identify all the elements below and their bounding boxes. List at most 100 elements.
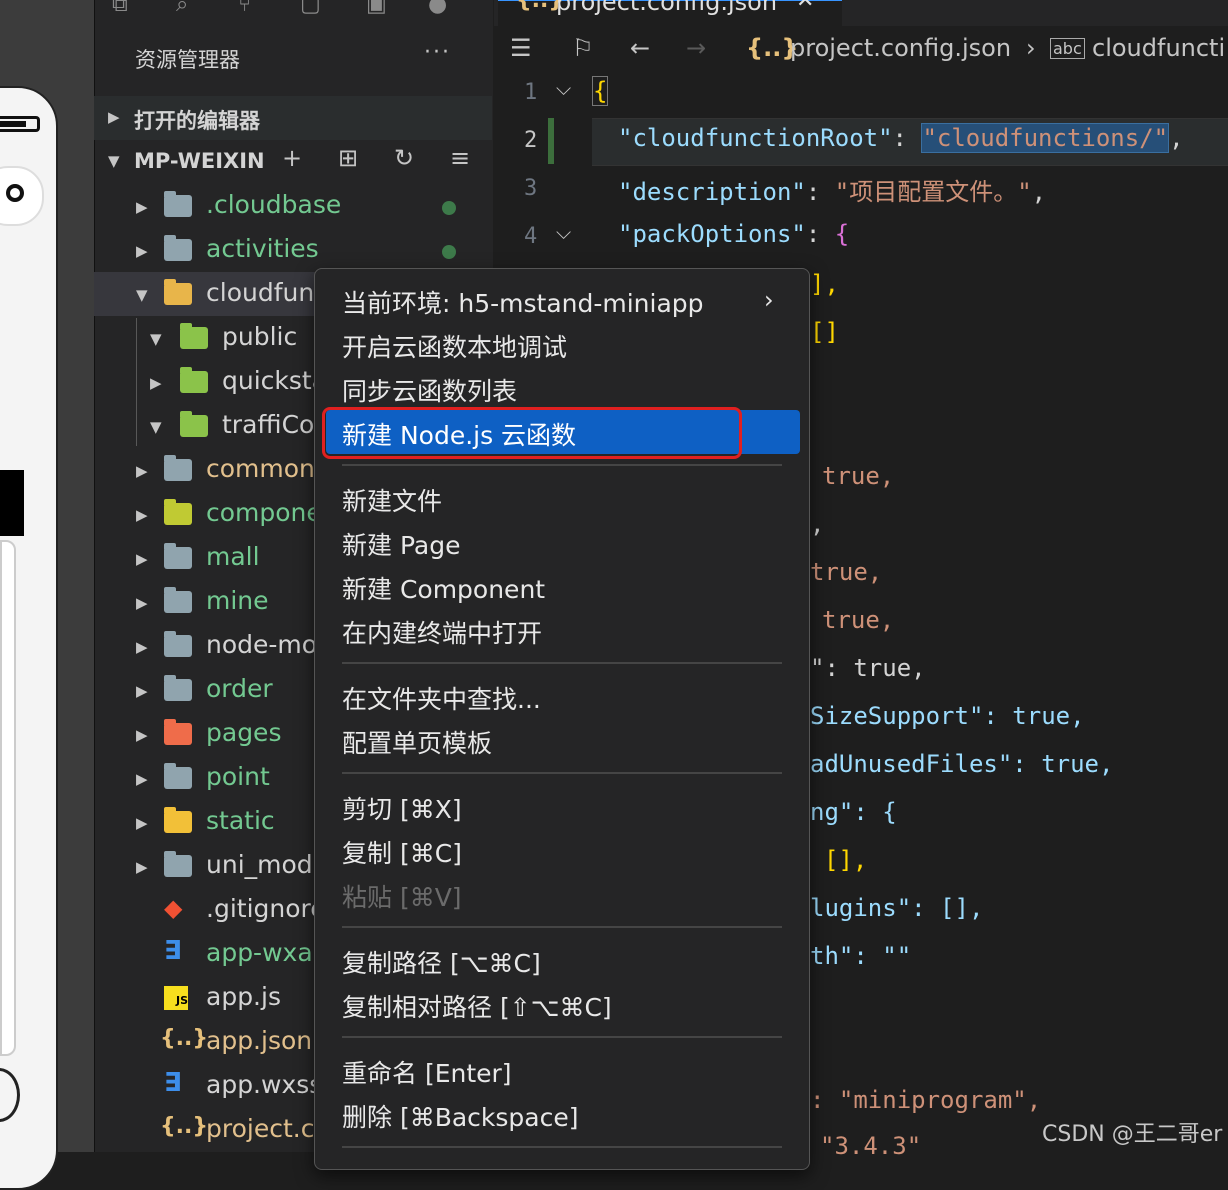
- extensions-icon[interactable]: ▣: [366, 0, 387, 17]
- cloud-folder-icon: [180, 411, 208, 437]
- line-number: 3: [524, 176, 538, 201]
- workspace-root-label: MP-WEIXIN: [134, 149, 265, 173]
- menu-item-open-terminal[interactable]: 在内建终端中打开: [342, 614, 542, 650]
- brace: {: [834, 220, 850, 248]
- css-icon: ∃: [164, 936, 182, 966]
- breadcrumb-key[interactable]: cloudfuncti: [1092, 34, 1225, 62]
- tree-item-label: mine: [206, 586, 269, 615]
- tab-label[interactable]: project.config.json: [556, 0, 777, 16]
- menu-item-cut[interactable]: 剪切 [⌘X]: [342, 790, 462, 826]
- workspace-root-header[interactable]: ▼ MP-WEIXIN + ⊞ ↻ ≡: [94, 140, 492, 184]
- more-actions-icon[interactable]: ···: [424, 40, 451, 65]
- menu-item-current-env[interactable]: 当前环境: h5-mstand-miniapp: [342, 284, 704, 320]
- menu-item-copy[interactable]: 复制 [⌘C]: [342, 834, 462, 870]
- git-status-dot: [442, 245, 456, 259]
- tree-item-label: app-wxa: [206, 938, 313, 967]
- folder-icon: [164, 455, 192, 481]
- new-folder-icon[interactable]: ⊞: [338, 144, 358, 172]
- chevron-right-icon: ▶: [136, 462, 148, 480]
- modified-line-marker: [548, 118, 554, 164]
- back-arrow-icon[interactable]: ←: [630, 34, 650, 62]
- folder-icon: [164, 587, 192, 613]
- chevron-down-icon: ▼: [150, 418, 162, 436]
- forward-arrow-icon[interactable]: →: [686, 34, 706, 62]
- breadcrumb-file[interactable]: project.config.json: [790, 34, 1011, 62]
- tree-item-activities[interactable]: ▶ activities: [94, 228, 492, 272]
- menu-item-new-page[interactable]: 新建 Page: [342, 526, 460, 562]
- menu-item-sync-functions[interactable]: 同步云函数列表: [342, 372, 517, 408]
- menu-item-rename[interactable]: 重命名 [Enter]: [342, 1054, 512, 1090]
- menu-item-new-file[interactable]: 新建文件: [342, 482, 442, 518]
- line-number: 4: [524, 224, 538, 249]
- brace: {: [593, 77, 608, 105]
- chevron-right-icon: ▶: [136, 198, 148, 216]
- search-icon[interactable]: ⌕: [176, 0, 188, 17]
- chevron-down-icon: ▼: [108, 152, 120, 170]
- menu-item-delete[interactable]: 删除 [⌘Backspace]: [342, 1098, 579, 1134]
- menu-item-local-debug[interactable]: 开启云函数本地调试: [342, 328, 567, 364]
- code-fragment: ": true,: [810, 654, 926, 682]
- tree-item-label: .cloudbase: [206, 190, 342, 219]
- code-line-1[interactable]: {: [592, 76, 609, 106]
- fold-chevron-icon[interactable]: ⌵: [556, 220, 571, 244]
- menu-item-page-template[interactable]: 配置单页模板: [342, 724, 492, 760]
- chevron-right-icon: ▶: [136, 726, 148, 744]
- battery-icon: [0, 116, 40, 132]
- chevron-right-icon: ▶: [108, 108, 120, 126]
- code-line-3[interactable]: "description": "项目配置文件。",: [618, 172, 1046, 207]
- menu-item-copy-path[interactable]: 复制路径 [⌥⌘C]: [342, 944, 541, 980]
- json-icon: {..}: [160, 1026, 209, 1051]
- new-file-icon[interactable]: +: [282, 144, 302, 172]
- open-editors-section[interactable]: ▶ 打开的编辑器: [94, 96, 492, 140]
- cloud-folder-icon: [180, 323, 208, 349]
- json-key: "cloudfunctionRoot": [618, 124, 893, 152]
- chevron-down-icon: ▼: [136, 286, 148, 304]
- list-icon[interactable]: ☰: [510, 34, 532, 62]
- refresh-icon[interactable]: ↻: [394, 144, 414, 172]
- components-folder-icon: [164, 499, 192, 525]
- code-fragment: th": "": [810, 942, 912, 970]
- folder-icon: [164, 631, 192, 657]
- code-fragment: true,: [822, 462, 895, 490]
- tree-item-label: public: [222, 322, 298, 351]
- source-control-icon[interactable]: ⑂: [238, 0, 251, 17]
- code-line-2[interactable]: "cloudfunctionRoot": "cloudfunctions/",: [618, 123, 1184, 153]
- json-key: "description": [618, 178, 806, 206]
- menu-item-new-component[interactable]: 新建 Component: [342, 570, 545, 606]
- code-line-4[interactable]: "packOptions": {: [618, 220, 849, 248]
- chevron-right-icon: ▶: [150, 374, 162, 392]
- fold-chevron-icon[interactable]: ⌵: [556, 76, 571, 100]
- folder-icon: [164, 543, 192, 569]
- files-icon[interactable]: ⧉: [112, 0, 128, 17]
- tree-item-label: uni_mod: [206, 850, 313, 879]
- comma: ,: [1169, 124, 1184, 152]
- json-icon: {..}: [160, 1114, 209, 1139]
- tree-item-label: app.json: [206, 1026, 313, 1055]
- tree-item-label: app.wxss: [206, 1070, 323, 1099]
- tree-item-cloudbase[interactable]: ▶ .cloudbase: [94, 184, 492, 228]
- cloud-folder-icon: [180, 367, 208, 393]
- annotation-highlight-box: [322, 407, 742, 459]
- tree-item-label: compone: [206, 498, 322, 527]
- chevron-right-icon: ▶: [136, 506, 148, 524]
- menu-separator: [342, 772, 782, 774]
- watermark: CSDN @王二哥er: [1042, 1122, 1223, 1147]
- settings-icon[interactable]: ●: [428, 0, 447, 17]
- colon: :: [805, 220, 835, 248]
- close-icon[interactable]: ✕: [796, 0, 814, 13]
- chevron-right-icon: ▶: [136, 638, 148, 656]
- menu-separator: [342, 1146, 782, 1148]
- phone-content-card: [0, 540, 16, 1056]
- collapse-all-icon[interactable]: ≡: [450, 144, 470, 172]
- debug-icon[interactable]: ▢: [300, 0, 321, 17]
- code-fragment: [],: [824, 846, 868, 874]
- tree-item-label: order: [206, 674, 273, 703]
- code-fragment: ,: [810, 510, 825, 538]
- json-key: "packOptions": [618, 220, 806, 248]
- menu-item-copy-relative-path[interactable]: 复制相对路径 [⇧⌥⌘C]: [342, 988, 612, 1024]
- tree-item-label: node-mo: [206, 630, 318, 659]
- menu-separator: [342, 1036, 782, 1038]
- menu-item-find-in-folder[interactable]: 在文件夹中查找...: [342, 680, 541, 716]
- bookmark-icon[interactable]: ⚐: [572, 34, 594, 62]
- folder-icon: [164, 191, 192, 217]
